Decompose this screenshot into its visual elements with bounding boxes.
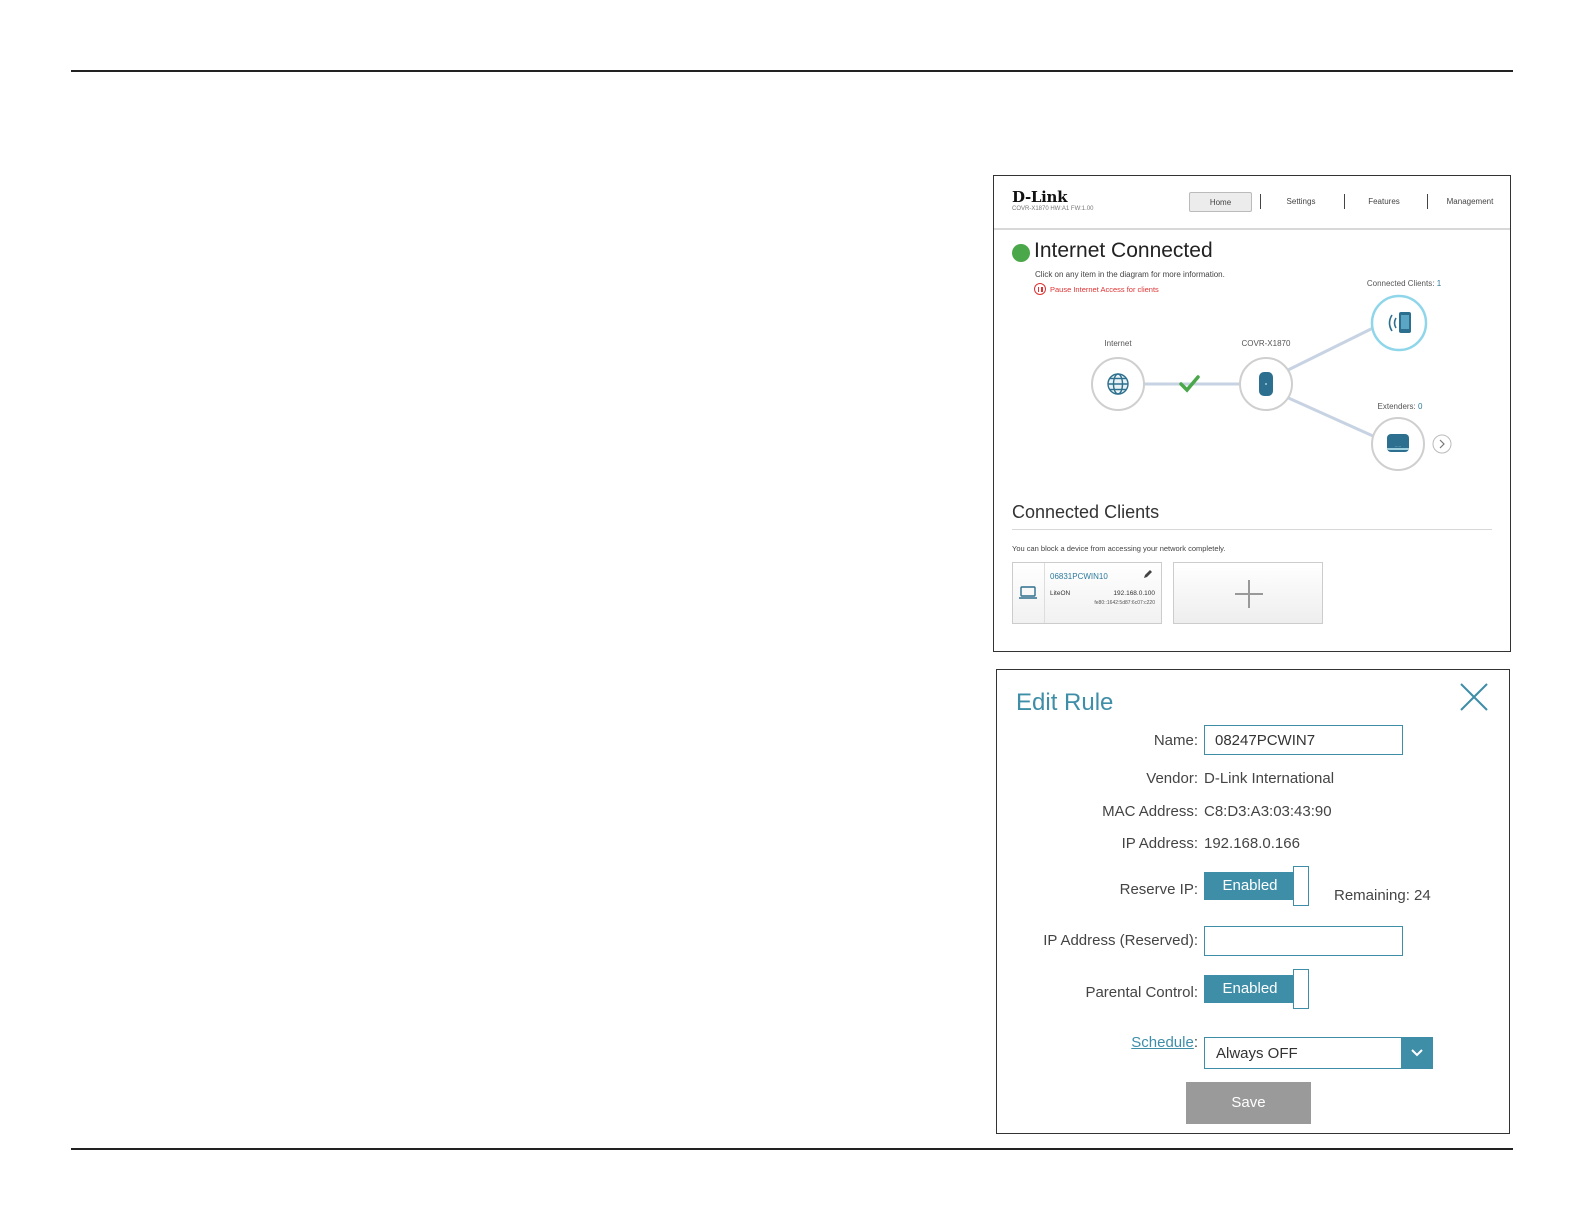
router-node[interactable] [1239, 357, 1293, 411]
client-vendor: LiteON [1050, 590, 1071, 597]
name-label: Name: [1153, 732, 1198, 749]
schedule-select[interactable]: Always OFF [1204, 1037, 1433, 1069]
extenders-count: 0 [1418, 402, 1423, 411]
mac-label: MAC Address: [1102, 803, 1198, 820]
laptop-icon [1019, 586, 1037, 599]
connected-clients-title: Connected Clients [1012, 502, 1160, 522]
clients-link [1283, 326, 1374, 374]
toggle-knob[interactable] [1293, 866, 1309, 906]
ip-value: 192.168.0.166 [1204, 835, 1300, 852]
schedule-label: Schedule: [1131, 1034, 1198, 1051]
internet-node[interactable] [1091, 357, 1145, 411]
extender-icon: ..... [1387, 434, 1409, 452]
globe-icon [1107, 373, 1129, 395]
client-ipv6: fe80::1642:5d87:6c07:c220 [1094, 600, 1155, 606]
clients-node[interactable] [1370, 294, 1428, 352]
connected-clients-count: 1 [1436, 279, 1442, 288]
section-divider [1012, 529, 1492, 530]
ip-label: IP Address: [1121, 835, 1198, 852]
ip-reserved-input[interactable] [1204, 926, 1403, 956]
name-input[interactable] [1204, 725, 1403, 755]
internet-label: Internet [1104, 339, 1132, 348]
reserve-ip-toggle-label: Enabled [1204, 872, 1296, 900]
client-card[interactable]: 06831PCWIN10 LiteON 192.168.0.100 fe80::… [1012, 562, 1162, 624]
save-button[interactable]: Save [1186, 1082, 1311, 1124]
extenders-text: Extenders: [1377, 402, 1416, 411]
reserve-ip-label: Reserve IP: [1119, 881, 1198, 898]
home-screen: D-Link COVR-X1870 HW:A1 FW:1.00 Home Set… [993, 175, 1511, 652]
parental-control-toggle-label: Enabled [1204, 975, 1296, 1003]
bottom-divider [71, 1148, 1513, 1150]
device-label: COVR-X1870 [1241, 339, 1291, 348]
svg-text:.....: ..... [1395, 443, 1401, 448]
client-icon-box [1013, 563, 1045, 623]
dialog-title: Edit Rule [1016, 689, 1114, 716]
parental-control-toggle[interactable]: Enabled [1204, 969, 1309, 1009]
client-name[interactable]: 06831PCWIN10 [1050, 572, 1108, 581]
vendor-label: Vendor: [1146, 770, 1198, 787]
add-client-card[interactable] [1173, 562, 1323, 624]
edit-pencil-icon[interactable] [1143, 569, 1153, 579]
client-ip: 192.168.0.100 [1113, 590, 1155, 597]
reserve-ip-toggle[interactable]: Enabled [1204, 866, 1309, 906]
connected-clients-label: Connected Clients: 1 [1354, 279, 1454, 288]
edit-rule-dialog: Edit Rule Name: Vendor: D-Link Internati… [996, 669, 1510, 1134]
plus-icon [1235, 580, 1263, 608]
extenders-node[interactable]: ..... [1371, 417, 1425, 471]
chevron-down-icon[interactable] [1401, 1038, 1432, 1068]
vendor-value: D-Link International [1204, 770, 1335, 787]
top-divider [71, 70, 1513, 72]
connected-clients-note: You can block a device from accessing yo… [1012, 544, 1226, 553]
schedule-selected-value: Always OFF [1216, 1045, 1298, 1062]
next-arrow-icon[interactable] [1432, 434, 1452, 454]
remaining-count: Remaining: 24 [1334, 887, 1431, 904]
extenders-label: Extenders: 0 [1360, 402, 1440, 411]
connected-clients-text: Connected Clients: [1366, 279, 1435, 288]
mac-value: C8:D3:A3:03:43:90 [1204, 803, 1332, 820]
schedule-colon: : [1193, 1034, 1198, 1051]
close-icon[interactable] [1459, 682, 1489, 712]
ip-reserved-label: IP Address (Reserved): [1043, 932, 1198, 949]
toggle-knob[interactable] [1293, 969, 1309, 1009]
parental-control-label: Parental Control: [1085, 984, 1198, 1001]
schedule-link[interactable]: Schedule [1131, 1034, 1194, 1051]
